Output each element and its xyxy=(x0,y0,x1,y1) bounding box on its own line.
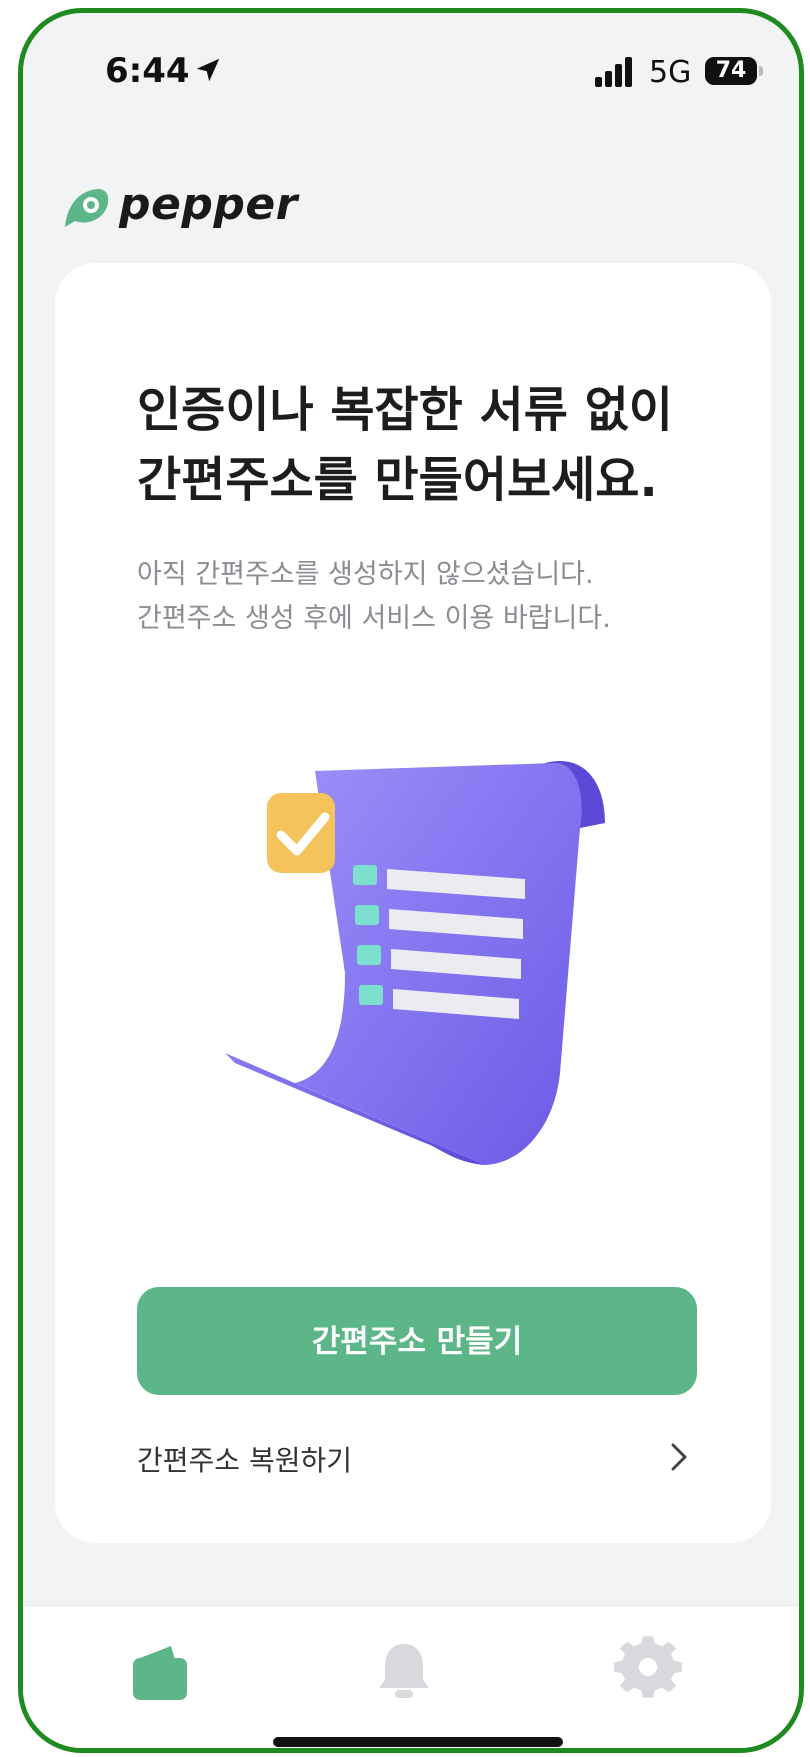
description-text: 아직 간편주소를 생성하지 않으셨습니다. 간편주소 생성 후에 서비스 이용 … xyxy=(137,553,737,641)
phone-frame: 6:44 5G 74 pepper 인증이나 복잡한 서류 없이 간편주소를 만… xyxy=(18,8,804,1753)
signal-bars-icon xyxy=(595,57,632,87)
pepper-logo-icon xyxy=(65,188,109,227)
chevron-right-icon xyxy=(671,1443,687,1471)
restore-address-link[interactable]: 간편주소 복원하기 xyxy=(137,1423,697,1489)
brand-name: pepper xyxy=(119,179,298,230)
onboarding-card: 인증이나 복잡한 서류 없이 간편주소를 만들어보세요. 아직 간편주소를 생성… xyxy=(55,263,771,1543)
headline-line-2: 간편주소를 만들어보세요. xyxy=(137,452,658,508)
subtext-line-2: 간편주소 생성 후에 서비스 이용 바랍니다. xyxy=(137,603,611,634)
bell-icon xyxy=(379,1644,429,1698)
status-time: 6:44 xyxy=(105,51,190,91)
gear-center xyxy=(639,1658,657,1676)
bottom-tab-bar xyxy=(23,1605,799,1748)
page-title: 인증이나 복잡한 서류 없이 간편주소를 만들어보세요. xyxy=(137,375,737,515)
restore-address-label: 간편주소 복원하기 xyxy=(137,1444,352,1477)
tab-notifications[interactable] xyxy=(369,1636,439,1706)
create-address-button[interactable]: 간편주소 만들기 xyxy=(137,1287,697,1395)
battery-icon: 74 xyxy=(705,57,765,85)
status-bar: 6:44 5G 74 xyxy=(23,13,799,123)
subtext-line-1: 아직 간편주소를 생성하지 않으셨습니다. xyxy=(137,559,594,590)
headline-line-1: 인증이나 복잡한 서류 없이 xyxy=(137,382,673,438)
tab-wallet[interactable] xyxy=(125,1636,195,1706)
battery-level: 74 xyxy=(705,57,757,85)
location-arrow-icon xyxy=(196,58,220,82)
document-checklist-illustration xyxy=(225,761,605,1165)
wallet-icon xyxy=(133,1646,187,1700)
home-indicator xyxy=(273,1737,563,1747)
battery-tip xyxy=(759,66,763,76)
network-type: 5G xyxy=(649,55,692,90)
tab-settings[interactable] xyxy=(613,1636,683,1706)
